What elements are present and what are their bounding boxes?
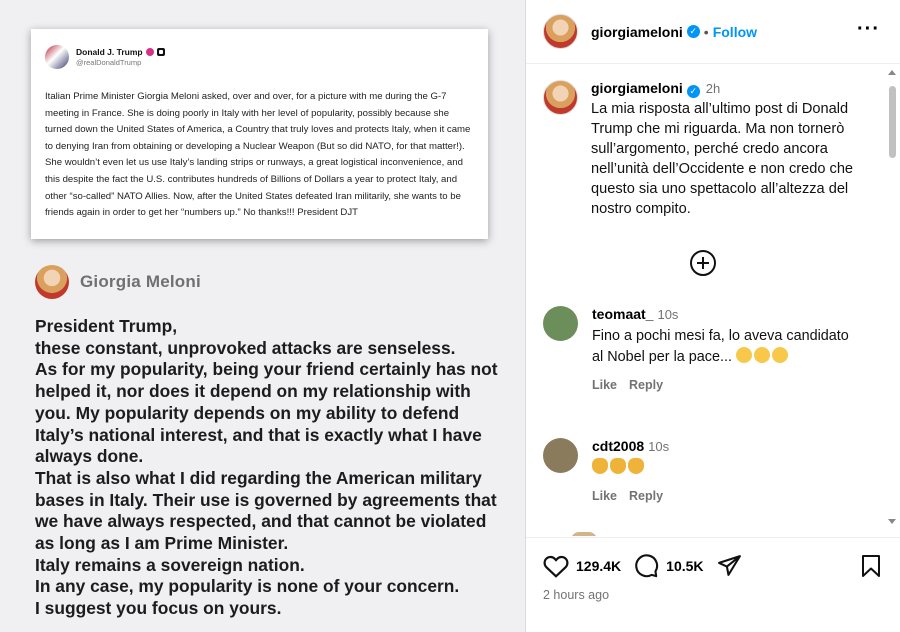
post-action-bar: 129.4K 10.5K 2 hours ago: [526, 537, 900, 632]
next-comment-avatar: [571, 532, 597, 536]
scroll-up-arrow-icon[interactable]: [888, 70, 896, 75]
post-side-panel: giorgiameloni ✓ • Follow ··· giorgiamelo…: [525, 0, 900, 632]
comment-like-button[interactable]: Like: [592, 378, 617, 392]
laughing-emoji-icon: [754, 347, 770, 363]
comment-text: [592, 458, 669, 479]
tweet-author-name: Donald J. Trump: [76, 47, 165, 57]
share-button[interactable]: [717, 554, 742, 577]
embedded-tweet-card: Donald J. Trump @realDonaldTrump Italian…: [31, 29, 488, 239]
post-timestamp[interactable]: 2 hours ago: [543, 588, 609, 602]
comment-like-button[interactable]: Like: [592, 489, 617, 503]
tweet-header: Donald J. Trump @realDonaldTrump: [45, 43, 476, 71]
bookmark-icon: [862, 555, 880, 577]
reply-paragraph: President Trump, these constant, unprovo…: [35, 316, 498, 467]
clapping-hands-emoji-icon: [628, 458, 644, 474]
reply-statement-text: President Trump, these constant, unprovo…: [35, 316, 505, 620]
affiliation-badge-icon: [156, 48, 165, 56]
comment-bubble-icon: [635, 554, 659, 578]
tweet-text: Italian Prime Minister Giorgia Meloni as…: [45, 91, 471, 219]
post-header: giorgiameloni ✓ • Follow ···: [526, 0, 900, 64]
laughing-emoji-icon: [772, 347, 788, 363]
comment-item: teomaat_ 10s Fino a pochi mesi fa, lo ave…: [543, 306, 873, 392]
clapping-hands-emoji-icon: [610, 458, 626, 474]
scroll-thumb[interactable]: [889, 86, 896, 158]
scroll-down-arrow-icon[interactable]: [888, 519, 896, 524]
tweet-avatar: [45, 45, 69, 69]
tweet-handle: @realDonaldTrump: [76, 58, 142, 67]
separator-dot: •: [703, 23, 709, 40]
reply-author-avatar: [35, 265, 69, 299]
caption-username[interactable]: giorgiameloni: [591, 80, 683, 96]
comment-time[interactable]: 10s: [657, 307, 678, 322]
heart-icon: [543, 555, 569, 578]
comment-time[interactable]: 10s: [648, 439, 669, 454]
comment-button[interactable]: 10.5K: [634, 553, 704, 578]
laughing-emoji-icon: [736, 347, 752, 363]
clapping-hands-emoji-icon: [592, 458, 608, 474]
verified-badge-icon: [145, 48, 154, 56]
author-avatar[interactable]: [543, 14, 578, 49]
comments-scrollbar[interactable]: [885, 68, 899, 528]
like-count: 129.4K: [576, 557, 622, 574]
comment-item: cdt2008 10s Like Reply: [543, 438, 873, 503]
caption-time[interactable]: 2h: [706, 81, 720, 96]
post-caption: giorgiameloni ✓ 2h La mia risposta all’ult…: [543, 80, 873, 219]
reply-paragraph: In any case, my popularity is none of yo…: [35, 576, 460, 619]
comment-actions: Like Reply: [592, 378, 862, 392]
comment-username[interactable]: teomaat_: [592, 306, 653, 322]
comment-text: Fino a pochi mesi fa, lo aveva candidato…: [592, 328, 849, 365]
load-more-comments-icon[interactable]: [690, 250, 716, 276]
comment-count: 10.5K: [666, 557, 704, 574]
follow-button[interactable]: Follow: [713, 24, 757, 40]
more-options-icon[interactable]: ···: [857, 19, 880, 39]
save-button[interactable]: [861, 554, 881, 583]
commenter-avatar[interactable]: [543, 306, 578, 341]
reply-author-name: Giorgia Meloni: [80, 272, 201, 291]
comment-username[interactable]: cdt2008: [592, 438, 644, 454]
caption-text: La mia risposta all’ultimo post di Donal…: [591, 101, 854, 217]
paper-plane-icon: [717, 555, 741, 576]
reply-author: Giorgia Meloni: [35, 265, 201, 299]
reply-paragraph: That is also what I did regarding the Am…: [35, 467, 497, 575]
post-image: Donald J. Trump @realDonaldTrump Italian…: [0, 0, 525, 632]
verified-badge-icon: ✓: [686, 25, 700, 38]
comment-reply-button[interactable]: Reply: [629, 489, 663, 503]
commenter-avatar[interactable]: [543, 438, 578, 473]
like-button[interactable]: 129.4K: [543, 554, 621, 578]
author-username[interactable]: giorgiameloni: [591, 24, 683, 40]
comment-reply-button[interactable]: Reply: [629, 378, 663, 392]
caption-author-avatar[interactable]: [543, 80, 578, 115]
comments-list[interactable]: giorgiameloni ✓ 2h La mia risposta all’ult…: [526, 64, 886, 536]
verified-badge-icon: ✓: [686, 85, 700, 98]
comment-actions: Like Reply: [592, 489, 669, 503]
